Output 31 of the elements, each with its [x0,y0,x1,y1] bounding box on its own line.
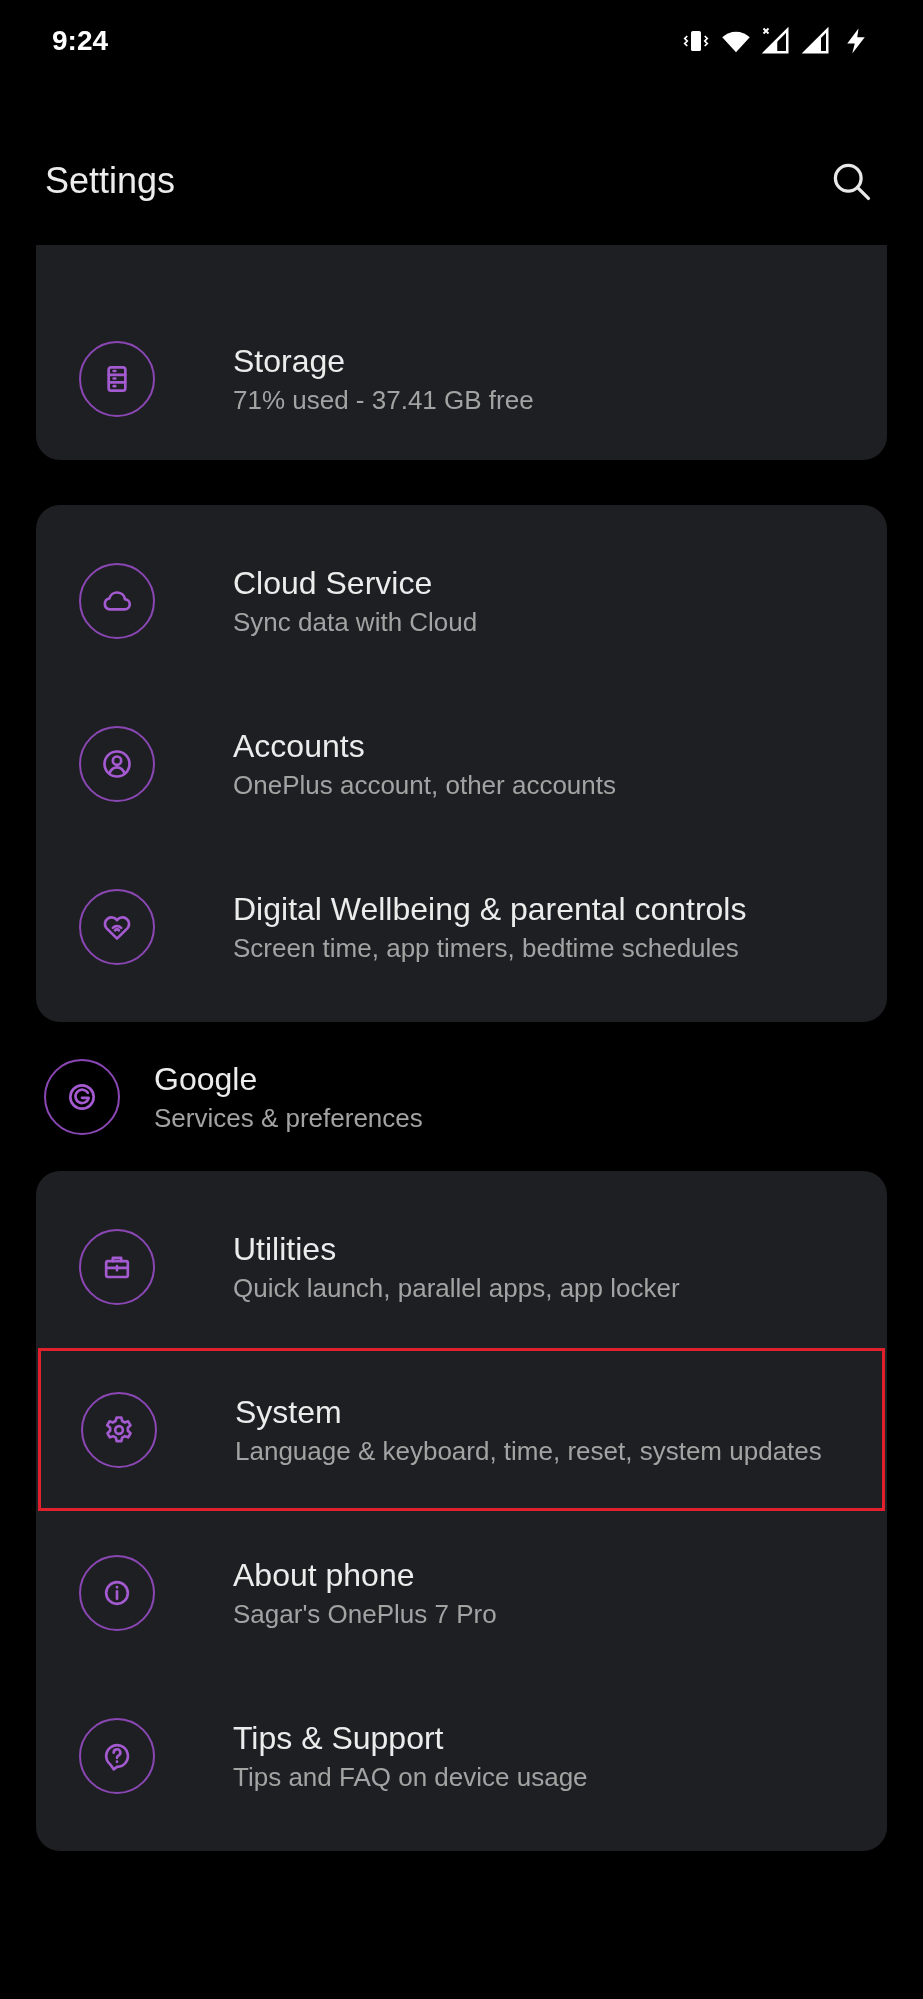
row-subtitle: Screen time, app timers, bedtime schedules [233,931,740,965]
settings-row[interactable]: Storage 71% used - 37.41 GB free [36,297,887,460]
settings-row[interactable]: Cloud Service Sync data with Cloud [36,519,887,682]
row-title: Tips & Support [233,1718,445,1758]
row-subtitle: Services & preferences [154,1101,423,1135]
row-subtitle: Quick launch, parallel apps, app locker [233,1271,680,1305]
settings-row[interactable]: Tips & Support Tips and FAQ on device usage [36,1674,887,1837]
row-title: Google [154,1059,259,1099]
signal-icon [801,26,831,56]
row-title: About phone [233,1555,416,1595]
row-subtitle: Sagar's OnePlus 7 Pro [233,1597,497,1631]
row-title: Cloud Service [233,563,434,603]
settings-row[interactable]: About phone Sagar's OnePlus 7 Pro [36,1511,887,1674]
settings-row[interactable]: System Language & keyboard, time, reset, system updates [38,1348,885,1511]
row-subtitle: OnePlus account, other accounts [233,768,616,802]
settings-row[interactable]: Google Services & preferences [36,1022,887,1171]
status-time: 9:24 [52,24,109,58]
settings-row[interactable]: Digital Wellbeing & parental controls Screen time, app timers, bedtime schedules [36,845,887,1008]
row-title: Accounts [233,726,366,766]
settings-row[interactable]: Accounts OnePlus account, other accounts [36,682,887,845]
row-subtitle: Language & keyboard, time, reset, system updates [235,1434,822,1468]
row-title: Digital Wellbeing & parental controls [233,889,747,929]
row-subtitle: Sync data with Cloud [233,605,478,639]
page-title: Settings [45,158,176,203]
row-subtitle: 71% used - 37.41 GB free [233,383,534,417]
signal-icon [761,26,791,56]
row-subtitle: Tips and FAQ on device usage [233,1760,588,1794]
settings-row[interactable]: Utilities Quick launch, parallel apps, app locker [36,1185,887,1348]
row-title: Utilities [233,1229,338,1269]
row-title: Storage [233,341,347,381]
row-title: System [235,1392,343,1432]
